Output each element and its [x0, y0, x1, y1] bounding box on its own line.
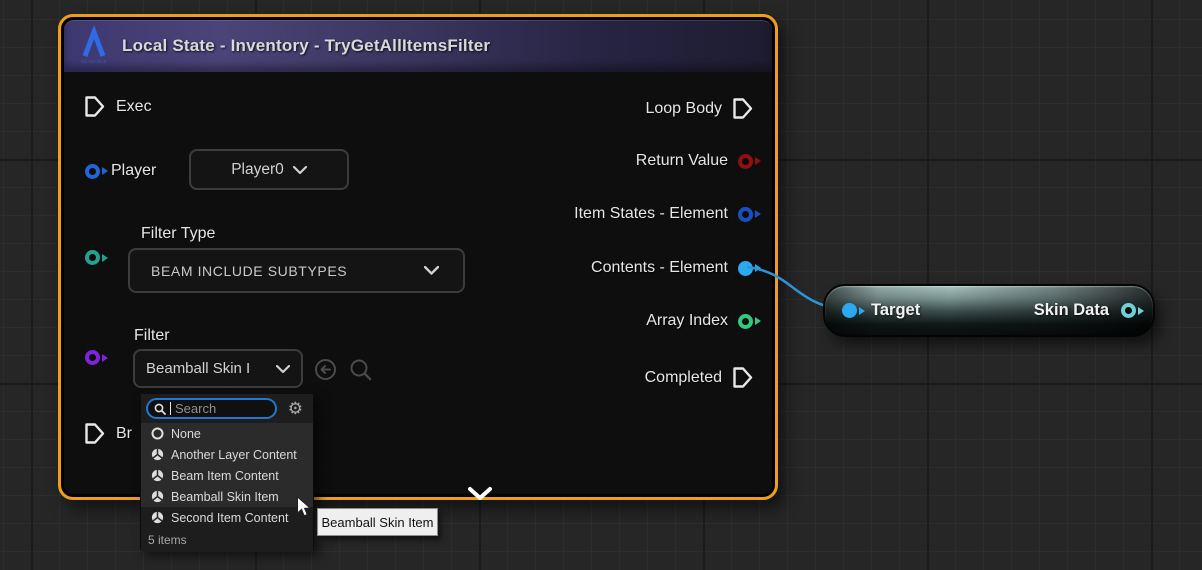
filter-asset-dropdown[interactable]: Beamball Skin I [133, 349, 303, 388]
pin-label-break: Br [116, 425, 132, 443]
asset-option-second-item-content[interactable]: Second Item Content [141, 507, 313, 528]
filter-type-dropdown[interactable]: BEAM INCLUDE SUBTYPES [128, 248, 465, 293]
mouse-cursor-icon [296, 496, 312, 518]
chevron-down-icon [293, 166, 307, 174]
pin-row-return-value: Return Value [636, 152, 753, 170]
asset-option-beam-item-content[interactable]: Beam Item Content [141, 465, 313, 486]
pin-row-item-states: Item States - Element [574, 205, 753, 223]
pin-label-filter: Filter [134, 327, 170, 345]
filter-type-pin-icon[interactable] [85, 250, 100, 265]
browse-asset-magnifier-icon[interactable] [349, 358, 372, 381]
asset-count-footer: 5 items [141, 528, 313, 552]
tooltip-text: Beamball Skin Item [322, 515, 434, 530]
node-header[interactable]: BEAMABLE Local State - Inventory - TryGe… [64, 20, 772, 72]
asset-option-label: Second Item Content [171, 511, 288, 525]
array-index-pin-icon[interactable] [738, 314, 753, 329]
asset-tooltip: Beamball Skin Item [317, 508, 438, 536]
pin-row-contents: Contents - Element [591, 259, 753, 277]
asset-option-label: Beamball Skin Item [171, 490, 279, 504]
beamable-logo-icon: BEAMABLE [78, 26, 112, 66]
use-selected-asset-icon[interactable] [314, 358, 337, 381]
pin-label-array-index: Array Index [646, 312, 728, 330]
exec-pin-icon[interactable] [732, 366, 753, 389]
asset-sphere-icon [151, 490, 164, 503]
pin-label-loop-body: Loop Body [645, 100, 722, 118]
asset-option-another-layer-content[interactable]: Another Layer Content [141, 444, 313, 465]
asset-search-box[interactable] [146, 398, 277, 419]
asset-sphere-icon [151, 511, 164, 524]
asset-search-row: ⚙ [141, 394, 313, 423]
pin-label-completed: Completed [645, 369, 722, 387]
filter-type-dropdown-value: BEAM INCLUDE SUBTYPES [151, 263, 347, 279]
pin-label-skin-data: Skin Data [1034, 301, 1109, 320]
none-circle-icon [151, 427, 164, 440]
pin-row-exec: Exec [84, 95, 152, 118]
pin-label-filter-type: Filter Type [141, 225, 215, 243]
search-icon [154, 403, 166, 415]
asset-option-beamball-skin-item[interactable]: Beamball Skin Item [141, 486, 313, 507]
pin-label-item-states: Item States - Element [574, 205, 728, 223]
player-dropdown[interactable]: Player0 [189, 149, 349, 190]
asset-sphere-icon [151, 469, 164, 482]
player-pin-icon[interactable] [85, 164, 100, 179]
skin-data-pin-icon[interactable] [1121, 303, 1136, 318]
pin-row-filter [85, 350, 100, 365]
asset-option-none[interactable]: None [141, 423, 313, 444]
item-states-pin-icon[interactable] [738, 207, 753, 222]
chevron-down-icon [424, 266, 439, 275]
target-pin-icon[interactable] [842, 303, 857, 318]
return-value-pin-icon[interactable] [738, 154, 753, 169]
chevron-down-icon [276, 365, 290, 373]
exec-pin-icon[interactable] [84, 422, 105, 445]
asset-option-label: Beam Item Content [171, 469, 279, 483]
pin-row-array-index: Array Index [646, 312, 753, 330]
view-options-gear-icon[interactable]: ⚙ [288, 397, 303, 420]
text-caret [170, 402, 171, 415]
node-title: Local State - Inventory - TryGetAllItems… [122, 36, 490, 56]
pin-row-filter-type [85, 250, 100, 265]
blueprint-canvas[interactable]: BEAMABLE Local State - Inventory - TryGe… [0, 0, 1202, 570]
pin-row-break: Br [84, 422, 132, 445]
node-expand-chevron-icon[interactable] [467, 486, 493, 501]
asset-option-label: Another Layer Content [171, 448, 297, 462]
pin-row-completed: Completed [645, 366, 753, 389]
filter-pin-icon[interactable] [85, 350, 100, 365]
pin-label-target: Target [871, 301, 920, 320]
pin-label-player: Player [111, 162, 156, 180]
pin-label-return-value: Return Value [636, 152, 728, 170]
filter-asset-dropdown-value: Beamball Skin I [146, 360, 250, 377]
player-dropdown-value: Player0 [231, 161, 284, 179]
skin-data-getter-node[interactable]: Target Skin Data [823, 284, 1155, 337]
pin-label-contents: Contents - Element [591, 259, 728, 277]
pin-label-exec: Exec [116, 98, 152, 116]
asset-search-input[interactable] [175, 401, 269, 416]
contents-pin-icon[interactable] [738, 261, 753, 276]
pin-row-player: Player [85, 162, 156, 180]
asset-sphere-icon [151, 448, 164, 461]
exec-pin-icon[interactable] [732, 97, 753, 120]
filter-asset-picker-menu: ⚙ None Another Layer Content Beam Item C… [140, 393, 314, 550]
svg-text:BEAMABLE: BEAMABLE [81, 59, 107, 64]
pin-row-loop-body: Loop Body [645, 97, 753, 120]
exec-pin-icon[interactable] [84, 95, 105, 118]
asset-option-label: None [171, 427, 201, 441]
